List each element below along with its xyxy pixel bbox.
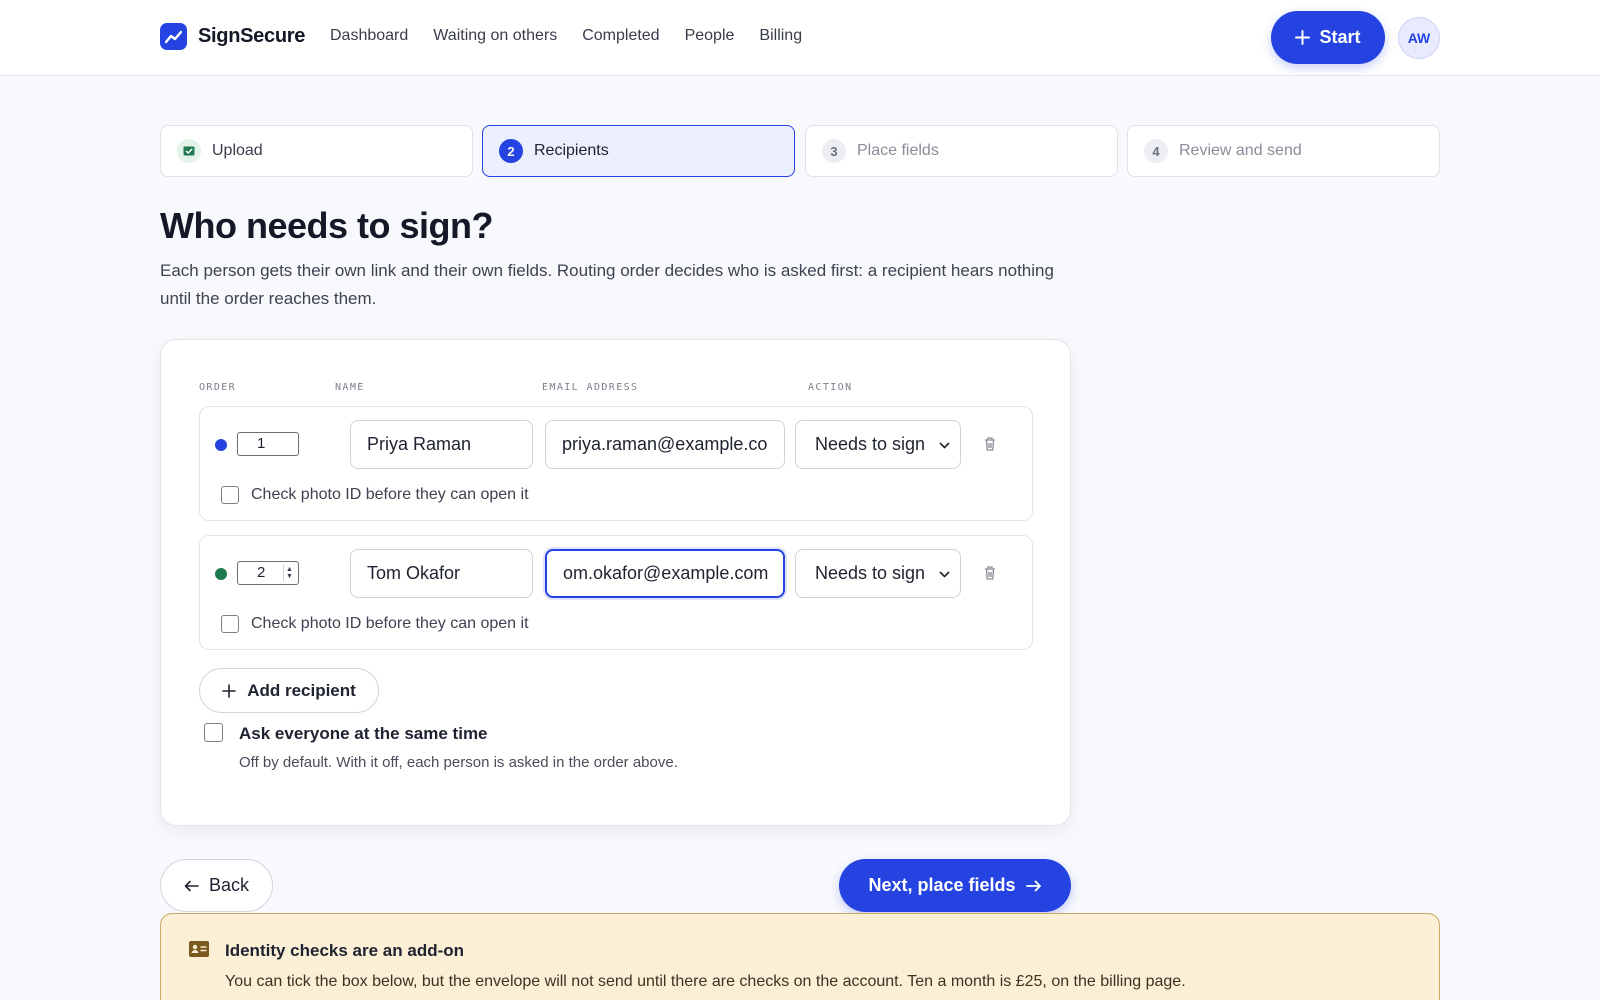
step-label-place-fields: Place fields: [857, 142, 939, 159]
step-label-review-and-send: Review and send: [1179, 142, 1302, 159]
photo-id-checkbox-row[interactable]: Check photo ID before they can open it: [221, 486, 529, 504]
id-card-icon: [189, 941, 209, 957]
photo-id-checkbox[interactable]: [221, 615, 239, 633]
recipient-color-dot: [215, 439, 227, 451]
same-time-description: Off by default. With it off, each person…: [239, 754, 678, 771]
notice-text: You can tick the box below, but the enve…: [225, 973, 1186, 990]
column-header-email: EMAIL ADDRESS: [542, 382, 639, 393]
recipient-name-input[interactable]: Tom Okafor: [350, 549, 533, 598]
back-label: Back: [208, 875, 250, 895]
start-label: Start: [1319, 27, 1361, 47]
step-label-recipients: Recipients: [534, 142, 609, 159]
logo-chart-icon: [160, 23, 187, 50]
add-recipient-label: Add recipient: [247, 680, 356, 700]
step-number-3: 3: [822, 139, 846, 163]
recipient-row: 2 ▲ ▼ Tom Okafor om.okafor@example.com Ne…: [199, 535, 1033, 650]
action-select-value: Needs to sign: [815, 563, 926, 583]
photo-id-label: Check photo ID before they can open it: [251, 486, 529, 503]
column-header-order: ORDER: [199, 382, 237, 393]
recipient-color-dot: [215, 568, 227, 580]
identity-checks-notice: Identity checks are an add-on You can ti…: [160, 913, 1440, 1000]
nav-waiting-on-others[interactable]: Waiting on others: [433, 27, 557, 45]
next-label: Next, place fields: [868, 875, 1016, 895]
top-header: SignSecure Dashboard Waiting on others C…: [0, 0, 1600, 76]
app-name: SignSecure: [198, 25, 306, 47]
nav-people[interactable]: People: [685, 27, 735, 45]
routing-order-input[interactable]: 1: [237, 432, 299, 456]
app-logo[interactable]: SignSecure: [160, 23, 305, 50]
nav-completed[interactable]: Completed: [582, 27, 659, 45]
action-select-value: Needs to sign: [815, 434, 926, 454]
recipient-email-input[interactable]: om.okafor@example.com: [545, 549, 785, 598]
arrow-right-icon: [1025, 880, 1041, 891]
photo-id-checkbox-row[interactable]: Check photo ID before they can open it: [221, 615, 529, 633]
page-subtitle: Each person gets their own link and thei…: [160, 261, 1054, 308]
recipient-action-select[interactable]: Needs to sign: [795, 549, 961, 598]
step-recipients[interactable]: 2 Recipients: [482, 125, 795, 177]
step-label-upload: Upload: [212, 142, 263, 159]
notice-title: Identity checks are an add-on: [225, 941, 465, 960]
recipient-name-input[interactable]: Priya Raman: [350, 420, 533, 469]
plus-icon: [1295, 30, 1311, 45]
order-stepper-icon[interactable]: ▲ ▼: [283, 565, 295, 581]
step-upload[interactable]: Upload: [160, 125, 473, 177]
photo-id-label: Check photo ID before they can open it: [251, 615, 529, 632]
nav-billing[interactable]: Billing: [759, 27, 802, 45]
back-button[interactable]: Back: [160, 859, 273, 912]
page-title: Who needs to sign?: [160, 205, 493, 246]
column-header-name: NAME: [335, 382, 365, 393]
nav-dashboard[interactable]: Dashboard: [330, 27, 408, 45]
recipient-action-select[interactable]: Needs to sign: [795, 420, 961, 469]
delete-recipient-trash-icon[interactable]: [982, 564, 998, 582]
step-number-2: 2: [499, 139, 523, 163]
arrow-left-icon: [184, 880, 199, 891]
column-header-action: ACTION: [808, 382, 853, 393]
next-place-fields-button[interactable]: Next, place fields: [839, 859, 1071, 912]
same-time-title: Ask everyone at the same time: [239, 724, 488, 743]
chevron-down-icon: [939, 421, 950, 468]
step-review-and-send[interactable]: 4 Review and send: [1127, 125, 1440, 177]
recipient-row: 1 Priya Raman priya.raman@example.co Nee…: [199, 406, 1033, 521]
photo-id-checkbox[interactable]: [221, 486, 239, 504]
step-done-check-icon: [177, 139, 201, 163]
recipients-card: ORDER NAME EMAIL ADDRESS ACTION 1 Priya …: [160, 339, 1071, 826]
start-button[interactable]: Start: [1271, 11, 1385, 64]
add-recipient-button[interactable]: Add recipient: [199, 668, 379, 713]
main-nav: Dashboard Waiting on others Completed Pe…: [330, 27, 802, 45]
chevron-down-icon: [939, 550, 950, 597]
recipient-email-input[interactable]: priya.raman@example.co: [545, 420, 785, 469]
delete-recipient-trash-icon[interactable]: [982, 435, 998, 453]
plus-icon: [222, 683, 236, 698]
routing-order-value: 2: [257, 564, 266, 581]
routing-order-input[interactable]: 2 ▲ ▼: [237, 561, 299, 585]
user-avatar[interactable]: AW: [1398, 17, 1440, 59]
step-place-fields[interactable]: 3 Place fields: [805, 125, 1118, 177]
step-number-4: 4: [1144, 139, 1168, 163]
same-time-checkbox[interactable]: [204, 723, 223, 742]
